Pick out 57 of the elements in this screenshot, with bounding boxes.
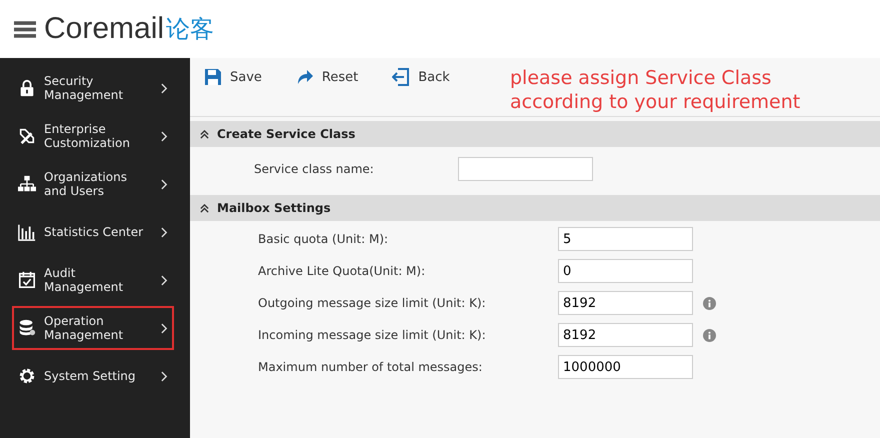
chevron-right-icon [161, 130, 168, 142]
annotation-text: please assign Service Class according to your requirement [510, 66, 802, 114]
input-field[interactable]: 1000000 [558, 355, 693, 379]
lock-icon [18, 79, 36, 97]
sidebar-item-label: Statistics Center [44, 225, 144, 239]
toolbar-button[interactable]: Save [200, 66, 266, 88]
input-field[interactable] [458, 157, 593, 181]
input-field[interactable]: 8192 [558, 323, 693, 347]
info-icon[interactable] [703, 296, 716, 310]
sidebar-item[interactable]: Organizations and Users [12, 162, 174, 206]
sidebar-item-label: System Setting [44, 369, 137, 383]
field-label: Archive Lite Quota(Unit: M): [257, 264, 426, 278]
sidebar-item-label: Organizations and Users [44, 170, 128, 198]
chevron-right-icon [161, 322, 168, 334]
sidebar-item[interactable]: System Setting [12, 354, 174, 398]
field-label: Incoming message size limit (Unit: K): [257, 328, 487, 342]
sidebar-item[interactable]: Operation Management [12, 306, 174, 350]
chevron-right-icon [161, 274, 168, 286]
section-title: Mailbox Settings [217, 201, 331, 215]
field-label: Service class name: [253, 162, 375, 176]
chevron-right-icon [161, 82, 168, 94]
sidebar-item-label: Operation Management [44, 314, 124, 342]
sidebar-item[interactable]: Statistics Center [12, 210, 174, 254]
section-header[interactable]: Mailbox Settings [190, 195, 880, 221]
bar-chart-icon [18, 223, 36, 241]
collapse-icon [200, 130, 209, 138]
toolbar-button[interactable]: Back [388, 66, 454, 88]
settings-icon [18, 367, 36, 385]
logo-text: Coremail [44, 12, 164, 46]
field-label: Maximum number of total messages: [257, 360, 484, 374]
input-field[interactable]: 5 [558, 227, 693, 251]
chevron-right-icon [161, 178, 168, 190]
field-label: Outgoing message size limit (Unit: K): [257, 296, 487, 310]
curved-arrow-icon [296, 68, 314, 86]
chevron-right-icon [161, 226, 168, 238]
calendar-check-icon [18, 271, 36, 289]
section-title: Create Service Class [217, 127, 356, 141]
tools-icon [18, 127, 36, 145]
sidebar-item[interactable]: Audit Management [12, 258, 174, 302]
toolbar-button[interactable]: Reset [292, 66, 362, 88]
input-field[interactable]: 8192 [558, 291, 693, 315]
org-chart-icon [18, 175, 36, 193]
chevron-right-icon [161, 370, 168, 382]
logo-chinese-text: 论客 [166, 14, 214, 45]
sidebar-item[interactable]: Security Management [12, 66, 174, 110]
sidebar-item-label: Enterprise Customization [44, 122, 131, 150]
field-label: Basic quota (Unit: M): [257, 232, 390, 246]
input-field[interactable]: 0 [558, 259, 693, 283]
sidebar-item-label: Audit Management [44, 266, 124, 294]
database-icon [18, 319, 36, 337]
menu-icon[interactable] [14, 20, 36, 38]
info-icon[interactable] [703, 328, 716, 342]
collapse-icon [200, 204, 209, 212]
exit-icon [392, 68, 410, 86]
sidebar-item[interactable]: Enterprise Customization [12, 114, 174, 158]
section-header[interactable]: Create Service Class [190, 121, 880, 147]
sidebar-item-label: Security Management [44, 74, 124, 102]
